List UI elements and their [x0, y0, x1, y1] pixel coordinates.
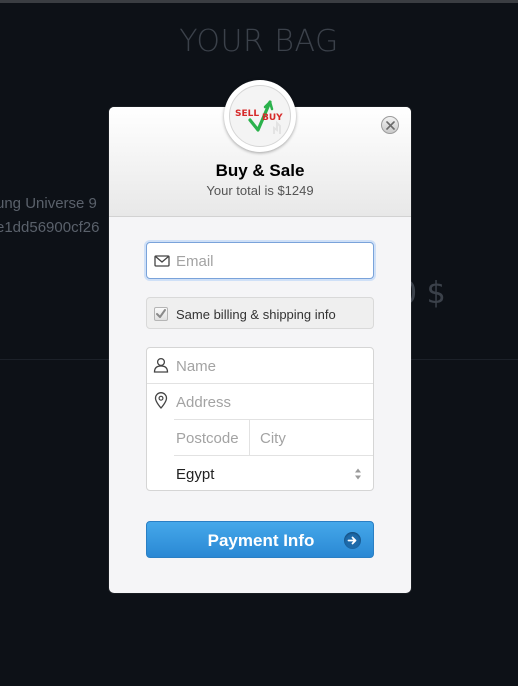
close-button[interactable] [381, 116, 399, 134]
name-input[interactable] [176, 356, 366, 376]
brand-logo: SELL BUY [224, 80, 296, 152]
country-select[interactable]: Egypt [174, 456, 373, 490]
user-icon [153, 357, 169, 373]
payment-info-label: Payment Info [207, 531, 315, 550]
address-input[interactable] [176, 392, 366, 412]
arrow-right-icon [344, 532, 361, 549]
close-icon [385, 120, 395, 130]
city-input[interactable] [260, 428, 365, 448]
order-total: Your total is $1249 [206, 183, 314, 198]
postcode-input[interactable] [176, 428, 242, 448]
location-pin-icon [154, 392, 168, 409]
modal-title: Buy & Sale [215, 161, 305, 180]
bag-item-name: ung Universe 9 [0, 195, 97, 212]
same-billing-label: Same billing & shipping info [176, 307, 336, 322]
address-group: Egypt [146, 347, 374, 491]
country-select-value: Egypt [176, 466, 215, 483]
page-title: YOUR BAG [179, 24, 339, 59]
top-bar [0, 0, 518, 3]
select-arrows-icon [355, 468, 361, 480]
same-billing-checkbox[interactable] [154, 307, 168, 321]
payment-info-button[interactable]: Payment Info [146, 521, 374, 558]
envelope-icon [154, 255, 170, 267]
email-input[interactable] [176, 251, 366, 271]
checkmark-icon [156, 309, 166, 318]
checkout-modal: Buy & Sale Your total is $1249 Same bill… [109, 107, 411, 593]
logo-buy-text: BUY [262, 113, 283, 123]
bag-item-id: e1dd56900cf26 [0, 219, 100, 236]
logo-sell-text: SELL [235, 109, 260, 119]
email-field[interactable] [146, 242, 374, 279]
same-billing-row[interactable]: Same billing & shipping info [146, 297, 374, 329]
